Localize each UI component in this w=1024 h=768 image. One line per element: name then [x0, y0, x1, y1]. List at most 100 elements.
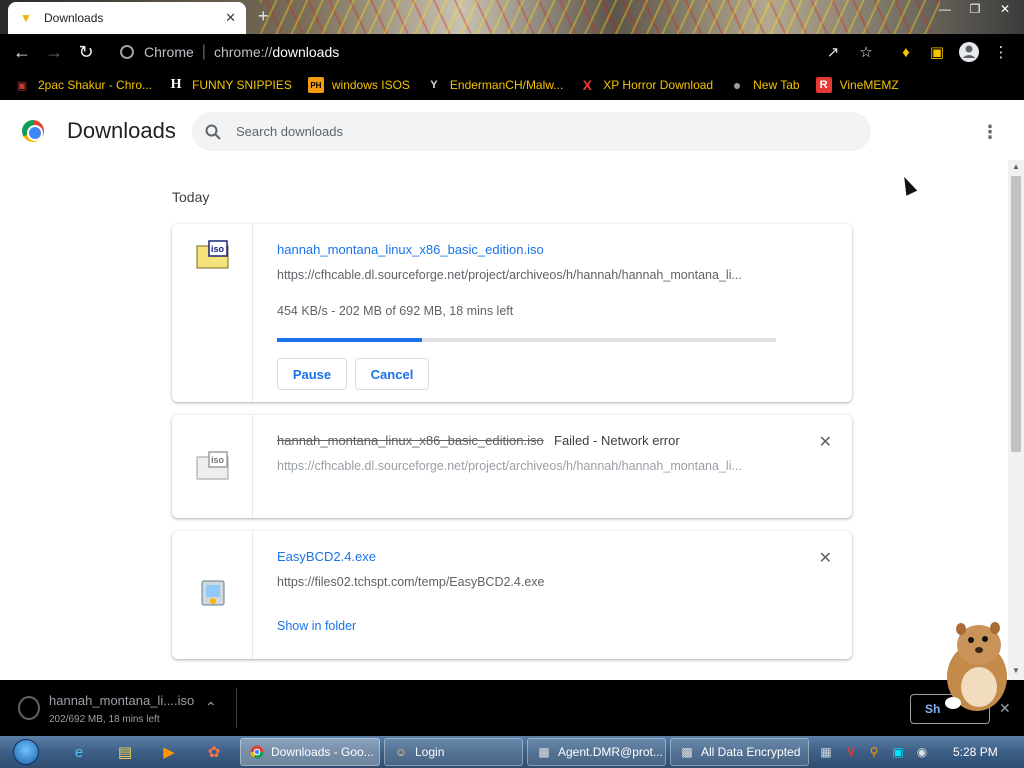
share-icon[interactable]: ↗: [822, 41, 844, 63]
h-logo-icon: H: [170, 77, 182, 92]
minimize-icon[interactable]: —: [930, 0, 960, 18]
bookmark-item[interactable]: Y EndermanCH/Malw...: [426, 77, 563, 93]
side-panel-icon[interactable]: ▣: [926, 41, 948, 63]
browser-menu-icon[interactable]: ⋮: [990, 41, 1012, 63]
taskbar-item[interactable]: ☺ Login: [384, 738, 523, 766]
downloads-header: Downloads ⋮: [0, 100, 1024, 162]
bookmark-item[interactable]: X XP Horror Download: [579, 77, 714, 93]
reload-icon[interactable]: ↻: [72, 38, 100, 66]
chrome-logo-icon: [22, 120, 44, 142]
shelf-divider: [236, 688, 237, 728]
window-icon: ▩: [538, 745, 550, 759]
internet-explorer-icon[interactable]: e: [64, 740, 94, 764]
download-tab-icon: ▼: [20, 11, 32, 25]
download-progress-fill: [277, 338, 422, 342]
tray-network-icon[interactable]: ◉: [914, 744, 930, 760]
ph-logo-icon: PH: [307, 77, 324, 93]
downloads-page: Downloads ⋮ Today iso hannah_montana_lin…: [0, 100, 1024, 680]
back-arrow-icon[interactable]: ←: [8, 38, 36, 66]
icon-column: iso: [172, 224, 253, 402]
chrome-icon: [249, 744, 265, 760]
file-explorer-icon[interactable]: ▤: [110, 740, 140, 764]
download-filename[interactable]: hannah_montana_linux_x86_basic_edition.i…: [277, 242, 544, 257]
tab-title: Downloads: [44, 11, 104, 25]
pause-button[interactable]: Pause: [277, 358, 347, 390]
exe-installer-icon: [201, 580, 225, 606]
taskbar-clock[interactable]: 5:28 PM: [953, 745, 998, 759]
bookmark-label: 2pac Shakur - Chro...: [38, 78, 153, 92]
tray-app-icon[interactable]: ▦: [818, 744, 834, 760]
download-url[interactable]: https://cfhcable.dl.sourceforge.net/proj…: [277, 459, 777, 473]
page-title: Downloads: [67, 118, 176, 143]
address-separator: |: [201, 43, 206, 60]
taskbar-item-label: Downloads - Goo...: [271, 745, 374, 759]
forward-arrow-icon[interactable]: →: [40, 38, 68, 66]
tray-v-icon[interactable]: V: [843, 744, 859, 760]
bookmark-label: New Tab: [753, 78, 800, 92]
window-icon: ▩: [681, 745, 693, 759]
chrome-site-icon: [120, 45, 134, 59]
profile-avatar-icon[interactable]: [958, 41, 980, 63]
tray-monitor-icon[interactable]: ▣: [890, 744, 906, 760]
taskbar-item[interactable]: ▩ All Data Encrypted: [670, 738, 809, 766]
url-host: downloads: [272, 44, 340, 60]
shelf-progress-icon[interactable]: [18, 696, 40, 720]
bookmark-item[interactable]: PH windows ISOS: [307, 77, 410, 93]
download-item-failed: iso hannah_montana_linux_x86_basic_editi…: [172, 415, 852, 518]
windows-taskbar: e ▤ ▶ ✿ Downloads - Goo... ☺ Login ▩ Age…: [0, 736, 1024, 768]
scroll-up-icon[interactable]: ▲: [1012, 162, 1020, 171]
shelf-filename[interactable]: hannah_montana_li....iso: [49, 693, 194, 708]
windows-logo-icon: [13, 739, 39, 765]
chevron-up-icon[interactable]: ⌃: [205, 699, 217, 716]
close-tab-icon[interactable]: ✕: [225, 10, 236, 26]
media-player-icon[interactable]: ▶: [154, 740, 184, 764]
bookmark-item[interactable]: ▣ 2pac Shakur - Chro...: [14, 77, 152, 93]
svg-text:iso: iso: [211, 455, 225, 465]
download-progress-bar: [277, 338, 776, 342]
more-actions-icon[interactable]: ⋮: [980, 120, 1000, 144]
download-filename[interactable]: EasyBCD2.4.exe: [277, 549, 376, 564]
bag-icon: ▣: [16, 79, 28, 92]
remove-item-icon[interactable]: ✕: [819, 548, 832, 568]
globe-icon: ●: [732, 77, 742, 93]
download-url[interactable]: https://cfhcable.dl.sourceforge.net/proj…: [277, 268, 777, 282]
bookmark-label: VineMEMZ: [839, 78, 899, 92]
cancel-button[interactable]: Cancel: [355, 358, 429, 390]
start-button[interactable]: [8, 738, 44, 766]
paint-icon[interactable]: ✿: [199, 740, 229, 764]
new-tab-icon[interactable]: +: [258, 6, 269, 27]
bookmark-label: FUNNY SNIPPIES: [192, 78, 292, 92]
download-url[interactable]: https://files02.tchspt.com/temp/EasyBCD2…: [277, 575, 777, 589]
icon-column: [172, 531, 253, 659]
browser-toolbar: ← → ↻ Chrome | chrome://downloads ↗ ☆ ♦ …: [0, 34, 1024, 70]
bookmarks-bar: ▣ 2pac Shakur - Chro... H FUNNY SNIPPIES…: [0, 70, 1024, 100]
bookmark-item[interactable]: ● New Tab: [729, 77, 800, 93]
bookmark-item[interactable]: H FUNNY SNIPPIES: [168, 77, 292, 93]
site-label: Chrome: [144, 44, 194, 60]
search-bar[interactable]: [192, 112, 871, 151]
shelf-status: 202/692 MB, 18 mins left: [49, 714, 160, 725]
taskbar-item-label: Agent.DMR@prot...: [558, 745, 663, 759]
hamster-overlay-image: [945, 622, 1007, 711]
search-input[interactable]: [236, 124, 796, 139]
download-shelf: hannah_montana_li....iso 202/692 MB, 18 …: [0, 680, 1024, 736]
date-header: Today: [172, 189, 210, 205]
restore-icon[interactable]: ❐: [960, 0, 990, 18]
tab-downloads[interactable]: ▼ Downloads ✕: [8, 2, 246, 34]
page-scrollbar[interactable]: ▲ ▼: [1008, 160, 1024, 680]
remove-item-icon[interactable]: ✕: [819, 432, 832, 452]
bookmark-item[interactable]: R VineMEMZ: [815, 77, 899, 93]
bookmark-star-icon[interactable]: ☆: [855, 41, 877, 63]
extensions-puzzle-icon[interactable]: ♦: [895, 41, 917, 63]
taskbar-item[interactable]: ▩ Agent.DMR@prot...: [527, 738, 666, 766]
scrollbar-thumb[interactable]: [1011, 176, 1021, 452]
download-status: 454 KB/s - 202 MB of 692 MB, 18 mins lef…: [277, 304, 514, 318]
show-in-folder-link[interactable]: Show in folder: [277, 619, 356, 633]
taskbar-item[interactable]: Downloads - Goo...: [240, 738, 380, 766]
svg-text:iso: iso: [211, 244, 225, 254]
close-window-icon[interactable]: ✕: [990, 0, 1020, 18]
address-bar[interactable]: Chrome | chrome://downloads: [110, 38, 886, 66]
bookmark-label: EndermanCH/Malw...: [449, 78, 564, 92]
download-filename: hannah_montana_linux_x86_basic_edition.i…: [277, 433, 544, 448]
tray-search-icon[interactable]: ⚲: [866, 744, 882, 760]
